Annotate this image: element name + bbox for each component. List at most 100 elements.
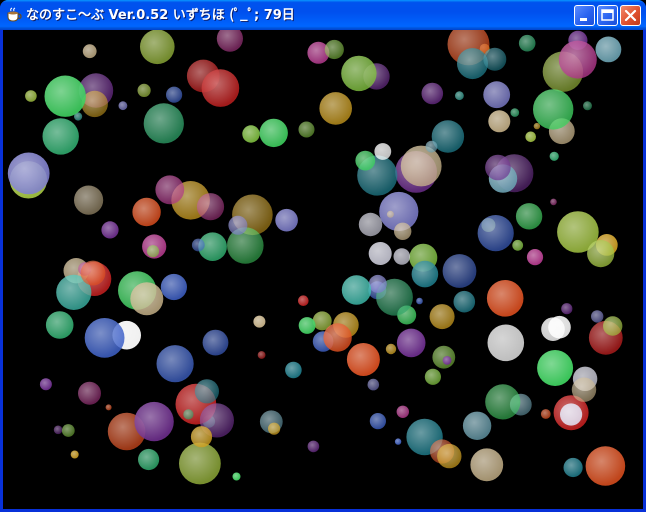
- particle-highlight: [196, 193, 225, 221]
- particle-highlight: [166, 86, 183, 103]
- teacup-icon[interactable]: [6, 7, 22, 23]
- particle-highlight: [70, 450, 79, 459]
- particle-highlight: [485, 154, 511, 181]
- particle-highlight: [429, 304, 455, 330]
- particle-highlight: [232, 472, 241, 481]
- particle-highlight: [160, 273, 187, 301]
- particle-highlight: [25, 90, 37, 102]
- particle-highlight: [143, 103, 184, 144]
- particle-highlight: [78, 381, 101, 405]
- particle-highlight: [396, 405, 409, 418]
- particle-highlight: [477, 215, 514, 252]
- particle-highlight: [549, 151, 559, 161]
- particle-highlight: [194, 379, 219, 404]
- particle-highlight: [202, 329, 229, 356]
- particle-highlight: [432, 345, 456, 369]
- particle-highlight: [74, 185, 104, 215]
- particle-highlight: [118, 101, 128, 111]
- particle-highlight: [275, 208, 298, 232]
- particle-highlight: [424, 368, 441, 385]
- particle-highlight: [39, 378, 52, 391]
- particle-highlight: [183, 409, 194, 420]
- title-bar[interactable]: なのすこ〜ぶ Ver.0.52 いずちほ (ﾟ_ﾟ; 79日: [0, 0, 646, 30]
- particle-highlight: [285, 361, 302, 379]
- particle-highlight: [101, 221, 119, 239]
- maximize-button[interactable]: [597, 5, 618, 26]
- particle-highlight: [560, 403, 583, 426]
- particle-highlight: [105, 404, 112, 411]
- particle-highlight: [45, 311, 74, 339]
- particle-highlight: [488, 110, 511, 133]
- particle-highlight: [257, 351, 266, 359]
- particle-highlight: [191, 238, 205, 252]
- maximize-icon: [601, 9, 614, 21]
- particle-highlight: [307, 440, 320, 453]
- particle-highlight: [179, 442, 221, 485]
- particle-highlight: [537, 350, 574, 386]
- particle-highlight: [561, 303, 573, 315]
- particle-highlight: [298, 121, 315, 138]
- close-button[interactable]: [620, 5, 641, 26]
- particle-highlight: [485, 384, 521, 420]
- particle-highlight: [253, 315, 266, 328]
- particle-highlight: [268, 422, 281, 435]
- particle-highlight: [53, 425, 63, 435]
- particle-highlight: [442, 356, 452, 365]
- particle-highlight: [394, 438, 402, 445]
- particle-highlight: [457, 48, 488, 80]
- particle-highlight: [453, 290, 476, 313]
- particle-highlight: [583, 101, 592, 111]
- particle-highlight: [603, 316, 623, 336]
- particle-highlight: [42, 118, 79, 155]
- particle-highlight: [228, 215, 248, 235]
- particle-highlight: [298, 295, 309, 307]
- particle-highlight: [7, 152, 50, 195]
- particle-highlight: [510, 108, 520, 117]
- particle-highlight: [84, 318, 125, 358]
- particle-highlight: [369, 413, 386, 430]
- particle-highlight: [341, 55, 377, 92]
- particle-highlight: [367, 378, 380, 391]
- particle-canvas[interactable]: [3, 30, 643, 509]
- minimize-button[interactable]: [574, 5, 595, 26]
- particle-highlight: [525, 131, 536, 143]
- particle-highlight: [44, 75, 86, 117]
- particle-highlight: [134, 401, 174, 442]
- particle-field: [7, 30, 626, 486]
- particle-highlight: [355, 150, 376, 171]
- particle-highlight: [591, 310, 604, 323]
- particle-highlight: [462, 411, 492, 440]
- particle-highlight: [400, 145, 442, 187]
- particle-highlight: [585, 446, 626, 486]
- particle-highlight: [486, 280, 524, 317]
- particle-highlight: [421, 82, 444, 105]
- particle-highlight: [515, 203, 543, 230]
- particle-highlight: [437, 443, 462, 469]
- particle-highlight: [156, 345, 194, 383]
- particle-highlight: [324, 39, 344, 60]
- particle-highlight: [587, 240, 615, 268]
- particle-highlight: [190, 426, 213, 448]
- particle-highlight: [130, 282, 164, 316]
- particle-highlight: [526, 249, 544, 266]
- particle-highlight: [396, 328, 426, 358]
- particle-highlight: [368, 274, 387, 293]
- particle-highlight: [201, 69, 240, 107]
- particle-highlight: [146, 245, 160, 258]
- particle-highlight: [512, 239, 524, 251]
- particle-highlight: [393, 248, 411, 265]
- particle-highlight: [533, 122, 541, 130]
- particle-highlight: [259, 118, 288, 148]
- particle-highlight: [558, 40, 597, 79]
- particle-highlight: [385, 343, 397, 355]
- particle-highlight: [346, 343, 380, 376]
- particle-highlight: [386, 210, 394, 218]
- particle-highlight: [61, 424, 75, 437]
- particle-highlight: [132, 197, 161, 227]
- window-title: なのすこ〜ぶ Ver.0.52 いずちほ (ﾟ_ﾟ; 79日: [26, 8, 295, 23]
- particle-highlight: [368, 242, 392, 265]
- particle-highlight: [323, 323, 352, 352]
- particle-highlight: [487, 324, 525, 362]
- particle-highlight: [137, 83, 151, 97]
- particle-highlight: [483, 47, 507, 71]
